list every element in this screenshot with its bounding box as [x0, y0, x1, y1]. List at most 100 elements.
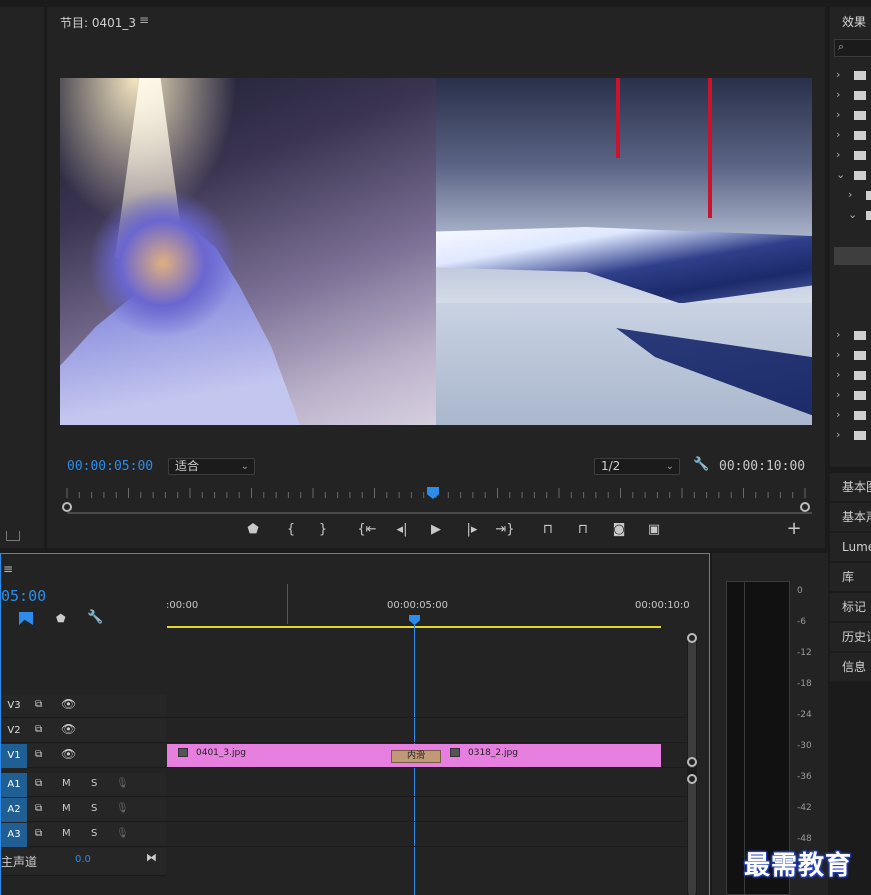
- video-scroll-thumb[interactable]: [688, 638, 696, 768]
- solo-button[interactable]: S: [91, 803, 97, 814]
- scroll-handle[interactable]: [687, 633, 697, 643]
- export-frame-icon[interactable]: ◙: [608, 522, 630, 537]
- solo-button[interactable]: S: [91, 828, 97, 839]
- track-name[interactable]: V2: [1, 719, 27, 743]
- panel-menu-icon[interactable]: ≡: [3, 562, 13, 576]
- effects-search-input[interactable]: ⌕: [834, 39, 871, 57]
- side-tab[interactable]: Lumetri: [830, 533, 871, 561]
- go-to-in-icon[interactable]: {⇤: [356, 522, 378, 537]
- effects-folder-row[interactable]: ›: [836, 425, 871, 445]
- playhead-timecode[interactable]: 00:00:05:00: [67, 459, 153, 474]
- selected-effect-row[interactable]: [834, 247, 871, 265]
- mark-in-icon[interactable]: {: [280, 522, 302, 537]
- effects-folder-row[interactable]: ›: [836, 85, 871, 105]
- track-name[interactable]: V1: [1, 744, 27, 768]
- sync-lock-icon[interactable]: ⧉: [35, 778, 42, 789]
- mute-button[interactable]: M: [62, 828, 71, 839]
- audio-track-header[interactable]: A3 ⧉ M S 🎙: [1, 823, 166, 847]
- effects-folder-row[interactable]: ›: [836, 385, 871, 405]
- effects-folder-row[interactable]: ›: [848, 185, 871, 205]
- video-track-row[interactable]: [166, 694, 686, 718]
- timeline-timecode[interactable]: 05:00: [1, 587, 46, 605]
- step-back-icon[interactable]: ◂|: [391, 522, 413, 537]
- snap-icon[interactable]: [19, 612, 33, 625]
- eye-icon[interactable]: 👁: [61, 697, 76, 711]
- solo-button[interactable]: S: [91, 778, 97, 789]
- scroll-handle[interactable]: [687, 757, 697, 767]
- side-tab[interactable]: 信息: [830, 653, 871, 681]
- audio-scroll-thumb[interactable]: [688, 780, 696, 895]
- timeline-ruler[interactable]: :00:00 00:00:05:00 00:00:10:0: [166, 594, 690, 614]
- effects-folder-row[interactable]: ›: [836, 405, 871, 425]
- play-icon[interactable]: ▶: [425, 522, 447, 537]
- sync-lock-icon[interactable]: ⧉: [35, 749, 42, 760]
- zoom-scrollbar[interactable]: [67, 512, 812, 514]
- audio-track-row[interactable]: [166, 798, 686, 822]
- settings-wrench-icon[interactable]: 🔧: [693, 457, 709, 472]
- microphone-icon[interactable]: 🎙: [116, 828, 129, 839]
- audio-track-header[interactable]: A2 ⧉ M S 🎙: [1, 798, 166, 822]
- effects-folder-row[interactable]: ⌄: [836, 165, 871, 185]
- zoom-handle-right[interactable]: [800, 502, 810, 512]
- track-name[interactable]: A1: [1, 773, 27, 797]
- scroll-handle[interactable]: [687, 774, 697, 784]
- folder-icon: [854, 171, 866, 180]
- effects-folder-row[interactable]: ›: [836, 325, 871, 345]
- video-track-header[interactable]: V2 ⧉ 👁: [1, 719, 166, 743]
- audio-track-row[interactable]: [166, 773, 686, 797]
- eye-icon[interactable]: 👁: [61, 747, 76, 761]
- panel-menu-icon[interactable]: ≡: [139, 13, 149, 27]
- video-track-header[interactable]: V1 ⧉ 👁: [1, 744, 166, 768]
- playback-resolution-select[interactable]: 1/2 ⌄: [594, 458, 680, 475]
- transition-push[interactable]: 内滑: [391, 750, 441, 763]
- sync-lock-icon[interactable]: ⧉: [35, 724, 42, 735]
- mute-button[interactable]: M: [62, 803, 71, 814]
- side-tab[interactable]: 基本声: [830, 503, 871, 531]
- track-name[interactable]: A3: [1, 823, 27, 847]
- mark-out-icon[interactable]: }: [312, 522, 334, 537]
- go-to-end-icon[interactable]: ⧓: [146, 851, 157, 864]
- side-tab[interactable]: 基本图: [830, 473, 871, 501]
- track-name[interactable]: V3: [1, 694, 27, 718]
- zoom-fit-select[interactable]: 适合 ⌄: [168, 458, 255, 475]
- add-button-icon[interactable]: +: [783, 518, 805, 539]
- microphone-icon[interactable]: 🎙: [116, 803, 129, 814]
- add-marker-icon[interactable]: ⬟: [56, 612, 66, 625]
- extract-icon[interactable]: ⊓: [572, 522, 594, 537]
- sync-lock-icon[interactable]: ⧉: [35, 699, 42, 710]
- track-name[interactable]: A2: [1, 798, 27, 822]
- timeline-settings-wrench-icon[interactable]: 🔧: [87, 610, 103, 625]
- effects-folder-row[interactable]: ›: [836, 65, 871, 85]
- side-tab[interactable]: 历史记: [830, 623, 871, 651]
- mute-button[interactable]: M: [62, 778, 71, 789]
- effects-folder-row[interactable]: ⌄: [848, 205, 871, 225]
- program-monitor-title[interactable]: 节目: 0401_3: [60, 14, 136, 31]
- effects-panel-title[interactable]: 效果: [842, 13, 866, 30]
- side-tab[interactable]: 库: [830, 563, 871, 591]
- audio-track-header[interactable]: A1 ⧉ M S 🎙: [1, 773, 166, 797]
- audio-track-row[interactable]: [166, 823, 686, 847]
- video-track-row[interactable]: [166, 719, 686, 743]
- comparison-view-icon[interactable]: ▣: [643, 522, 665, 537]
- effects-folder-row[interactable]: ›: [836, 345, 871, 365]
- side-tab[interactable]: 标记: [830, 593, 871, 621]
- effects-folder-row[interactable]: ›: [836, 125, 871, 145]
- master-track-header[interactable]: 主声道 0.0 ⧓: [1, 848, 166, 876]
- eye-icon[interactable]: 👁: [61, 722, 76, 736]
- zoom-handle-left[interactable]: [62, 502, 72, 512]
- clip-0401_3[interactable]: 0401_3.jpg 0318_2.jpg 内滑: [167, 744, 661, 767]
- marker-icon[interactable]: ⬟: [242, 522, 264, 537]
- timeline-playhead[interactable]: [409, 615, 420, 625]
- sync-lock-icon[interactable]: ⧉: [35, 828, 42, 839]
- master-volume-value[interactable]: 0.0: [75, 854, 91, 865]
- effects-folder-row[interactable]: ›: [836, 105, 871, 125]
- step-forward-icon[interactable]: |▸: [461, 522, 483, 537]
- export-icon[interactable]: [6, 531, 20, 541]
- effects-folder-row[interactable]: ›: [836, 145, 871, 165]
- video-track-header[interactable]: V3 ⧉ 👁: [1, 694, 166, 718]
- lift-icon[interactable]: ⊓: [537, 522, 559, 537]
- effects-folder-row[interactable]: ›: [836, 365, 871, 385]
- sync-lock-icon[interactable]: ⧉: [35, 803, 42, 814]
- microphone-icon[interactable]: 🎙: [116, 778, 129, 789]
- go-to-out-icon[interactable]: ⇥}: [494, 522, 516, 537]
